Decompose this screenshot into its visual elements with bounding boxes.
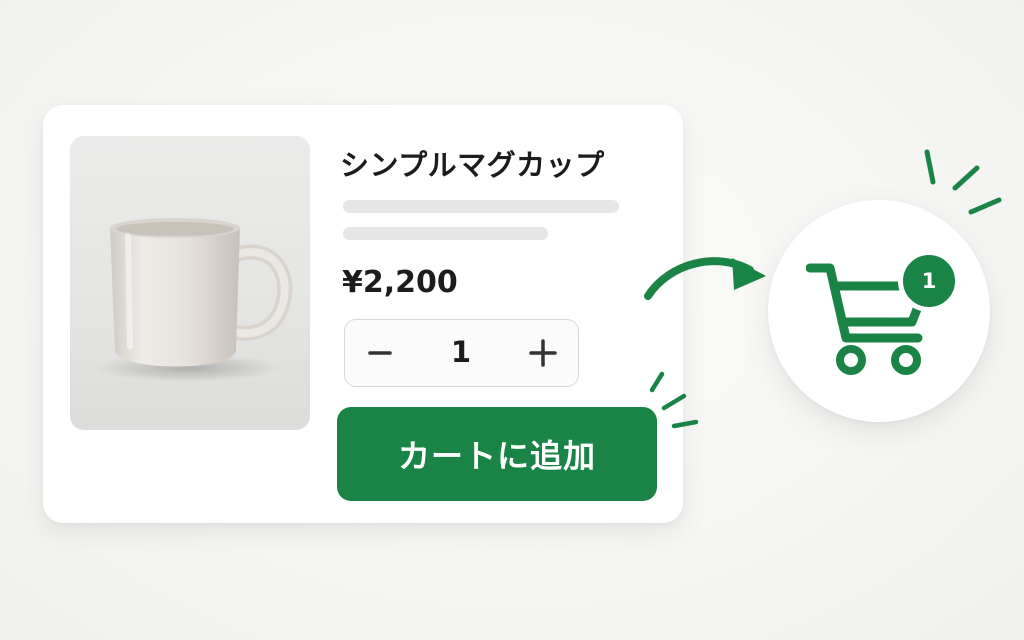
- plus-icon: [529, 338, 557, 367]
- sparkle-icon: [924, 149, 1002, 215]
- cart-button[interactable]: 1: [768, 200, 990, 422]
- description-placeholder-line: [343, 227, 548, 240]
- product-price: ¥2,200: [342, 265, 458, 300]
- minus-icon: [368, 350, 392, 355]
- description-placeholder-line: [343, 200, 619, 213]
- add-to-cart-button[interactable]: カートに追加: [337, 407, 657, 501]
- quantity-value[interactable]: 1: [415, 320, 507, 385]
- mug-illustration: [96, 218, 293, 382]
- product-image: [70, 136, 310, 430]
- product-title: シンプルマグカップ: [340, 148, 605, 182]
- decrement-button[interactable]: [345, 320, 415, 385]
- sparkle-icon: [649, 371, 699, 429]
- page: シンプルマグカップ ¥2,200 1 カートに追加 1: [0, 0, 1024, 640]
- arrow-icon: [644, 257, 766, 300]
- product-card: シンプルマグカップ ¥2,200 1 カートに追加: [43, 105, 683, 523]
- cart-count-badge: 1: [898, 250, 960, 312]
- quantity-stepper: 1: [344, 319, 579, 387]
- increment-button[interactable]: [508, 320, 578, 385]
